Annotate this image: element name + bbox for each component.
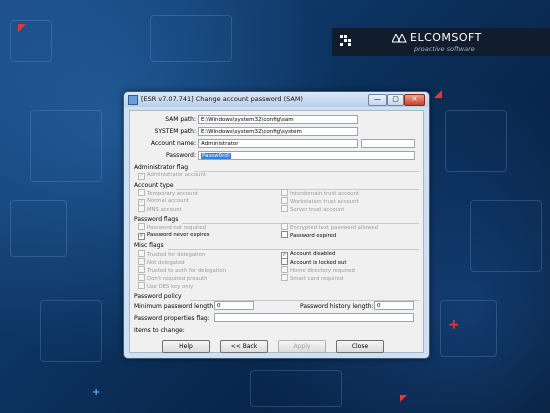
bg-tile xyxy=(30,110,102,182)
password-label: Password: xyxy=(165,152,196,159)
close-button[interactable]: Close xyxy=(336,340,384,353)
checkbox-box xyxy=(138,258,145,265)
rid-field xyxy=(361,139,415,148)
title-bar[interactable]: [ESR v7.07.741] Change account password … xyxy=(124,92,429,107)
checkbox-box xyxy=(281,189,288,196)
checkbox-label: Normal account xyxy=(147,198,189,204)
system-path-field[interactable]: E:\Windows\system32\config\system xyxy=(198,127,358,136)
change-password-dialog: [ESR v7.07.741] Change account password … xyxy=(123,91,430,359)
brand-dots-icon xyxy=(340,35,351,46)
account-name-field[interactable]: Administrator xyxy=(198,139,358,148)
back-button[interactable]: << Back xyxy=(220,340,268,353)
account-type-heading: Account type xyxy=(134,182,174,189)
checkbox-box xyxy=(281,274,288,281)
elcomsoft-logo-icon xyxy=(392,34,407,43)
admin-flag-heading: Administrator flag xyxy=(134,164,189,171)
history-length-label: Password history length: xyxy=(300,303,374,310)
checkbox-box xyxy=(138,266,145,273)
bg-tile xyxy=(470,200,542,272)
bg-tile xyxy=(40,300,102,362)
checkbox-administrator-account[interactable]: ✓ Administrator account xyxy=(138,171,206,180)
divider xyxy=(194,171,419,172)
checkbox-box xyxy=(281,258,288,265)
bg-tile xyxy=(150,15,232,62)
system-path-label: SYSTEM path: xyxy=(154,128,196,135)
brand-name: ELCOMSOFT xyxy=(410,31,482,44)
close-window-button[interactable]: ✕ xyxy=(404,94,425,106)
checkbox-label: Administrator account xyxy=(147,172,206,178)
checkbox-box xyxy=(281,231,288,238)
red-corner-mark xyxy=(434,90,442,98)
app-icon xyxy=(128,95,138,105)
checkbox-password-expired[interactable]: Password expired xyxy=(281,231,336,240)
elcomsoft-banner: ELCOMSOFT proactive software xyxy=(332,28,550,56)
history-length-field[interactable]: 0 xyxy=(374,301,414,310)
checkbox-box xyxy=(281,205,288,212)
maximize-button[interactable]: ▢ xyxy=(387,94,404,106)
checkbox-label: Account disabled xyxy=(290,251,336,257)
checkbox-box xyxy=(138,274,145,281)
account-name-label: Account name: xyxy=(150,140,196,147)
checkbox-label: Password expired xyxy=(290,233,337,239)
checkbox-box xyxy=(138,250,145,257)
checkbox-use-des-key-only[interactable]: Use DES key only xyxy=(138,282,193,291)
apply-button[interactable]: Apply xyxy=(278,340,326,353)
checkbox-box xyxy=(281,197,288,204)
bg-tile xyxy=(445,110,507,172)
password-input[interactable]: Passw0rd! xyxy=(198,151,415,160)
plus-icon: + xyxy=(448,317,460,333)
checkbox-box xyxy=(138,282,145,289)
checkbox-smart-card-required[interactable]: Smart card required xyxy=(281,274,343,283)
checkbox-mns-account[interactable]: MNS account xyxy=(138,205,182,214)
checkbox-server-trust[interactable]: Server trust account xyxy=(281,205,344,214)
min-length-label: Minimum password length: xyxy=(134,303,216,310)
help-button[interactable]: Help xyxy=(162,340,210,353)
checkbox-box xyxy=(138,223,145,230)
misc-flags-heading: Misc flags xyxy=(134,242,164,249)
checkbox-label: MNS account xyxy=(147,207,182,213)
bg-tile xyxy=(10,200,67,257)
dialog-client-area: SAM path: E:\Windows\system32\config\sam… xyxy=(129,110,424,353)
password-flags-heading: Password flags xyxy=(134,216,179,223)
min-length-field[interactable]: 0 xyxy=(214,301,254,310)
checkbox-box xyxy=(138,189,145,196)
checkbox-label: Use DES key only xyxy=(147,284,194,290)
checkbox-box: ✓ xyxy=(138,233,145,240)
red-corner-mark xyxy=(400,395,407,402)
checkbox-label: Password never expires xyxy=(147,232,210,238)
bg-tile xyxy=(10,20,52,62)
bg-tile xyxy=(250,370,342,407)
checkbox-label: Server trust account xyxy=(290,207,345,213)
password-value: Passw0rd! xyxy=(201,153,232,159)
checkbox-box xyxy=(281,223,288,230)
properties-flag-label: Password properties flag: xyxy=(134,315,210,322)
red-corner-mark xyxy=(18,24,26,32)
password-policy-heading: Password policy xyxy=(134,293,182,300)
checkbox-label: Smart card required xyxy=(290,276,344,282)
sam-path-field[interactable]: E:\Windows\system32\config\sam xyxy=(198,115,358,124)
items-to-change-label: Items to change: xyxy=(134,327,185,334)
brand-tagline: proactive software xyxy=(414,45,475,53)
checkbox-password-never-expires[interactable]: ✓ Password never expires xyxy=(138,231,210,240)
minimize-button[interactable]: — xyxy=(368,94,387,106)
window-title: [ESR v7.07.741] Change account password … xyxy=(141,95,303,103)
checkbox-box: ✓ xyxy=(138,173,145,180)
checkbox-box xyxy=(281,266,288,273)
plus-icon: + xyxy=(92,387,101,398)
checkbox-box xyxy=(138,205,145,212)
sam-path-label: SAM path: xyxy=(165,116,196,123)
properties-flag-field[interactable] xyxy=(214,313,414,322)
